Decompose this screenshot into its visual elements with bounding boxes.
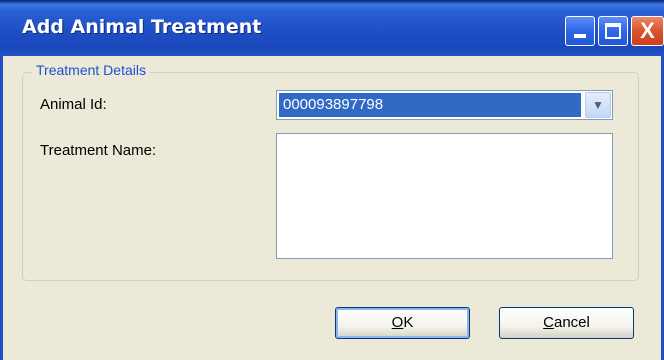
cancel-button[interactable]: Cancel <box>499 307 634 339</box>
animal-id-value: 000093897798 <box>279 93 581 117</box>
close-button[interactable]: X <box>631 16 664 46</box>
chevron-down-icon: ▼ <box>592 98 604 112</box>
group-legend: Treatment Details <box>32 62 150 78</box>
dropdown-arrow-button[interactable]: ▼ <box>585 92 611 118</box>
minimize-button[interactable] <box>565 16 595 46</box>
window-title: Add Animal Treatment <box>22 16 262 38</box>
animal-id-combobox[interactable]: 000093897798 ▼ <box>276 90 613 120</box>
ok-button-label: OK <box>391 314 414 331</box>
maximize-icon <box>605 23 621 39</box>
treatment-name-input[interactable] <box>276 133 613 259</box>
close-icon: X <box>640 18 655 43</box>
animal-id-label: Animal Id: <box>40 96 107 113</box>
minimize-icon <box>574 34 586 38</box>
maximize-button[interactable] <box>598 16 628 46</box>
treatment-name-label: Treatment Name: <box>40 142 157 159</box>
cancel-button-label: Cancel <box>543 314 590 331</box>
ok-button[interactable]: OK <box>335 307 470 339</box>
title-bar[interactable]: Add Animal Treatment X <box>0 0 664 56</box>
dialog-window: Add Animal Treatment X Treatment Details… <box>0 0 664 360</box>
window-border-left <box>0 56 3 360</box>
